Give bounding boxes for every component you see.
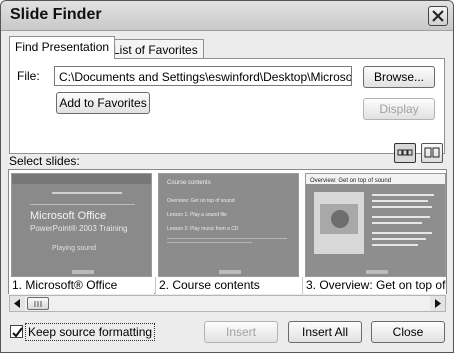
slide-1-body: Playing sound bbox=[52, 245, 96, 252]
slide-caption-1[interactable]: 1. Microsoft® Office bbox=[9, 277, 154, 294]
grip-icon bbox=[34, 301, 42, 307]
slide-2-bullet-3: Lesson 2: Play music from a CD bbox=[167, 226, 239, 232]
browse-button[interactable]: Browse... bbox=[363, 66, 435, 88]
tab-label: List of Favorites bbox=[113, 43, 198, 57]
scroll-left-button[interactable] bbox=[10, 296, 25, 311]
slide-caption-3[interactable]: 3. Overview: Get on top of bbox=[302, 277, 446, 294]
close-icon bbox=[432, 10, 444, 22]
slide-3-title: Overview: Get on top of sound bbox=[310, 178, 391, 184]
thumbnail-view-icon bbox=[397, 149, 413, 156]
keep-source-formatting-label[interactable]: Keep source formatting bbox=[25, 323, 156, 341]
slide-2-preview: Course contents Overview: Get on top of … bbox=[159, 174, 298, 276]
slide-1-subtitle: PowerPoint® 2003 Training bbox=[30, 224, 128, 233]
browse-button-label: Browse... bbox=[373, 70, 424, 84]
slide-thumbnail-2[interactable]: Course contents Overview: Get on top of … bbox=[158, 173, 299, 277]
tab-label: Find Presentation bbox=[15, 40, 110, 54]
slide-finder-dialog: Slide Finder Find Presentation List of F… bbox=[0, 0, 454, 353]
scroll-right-button[interactable] bbox=[430, 296, 445, 311]
scrollbar-thumb[interactable] bbox=[27, 297, 49, 310]
list-view-icon bbox=[424, 147, 440, 158]
add-to-favorites-label: Add to Favorites bbox=[59, 96, 147, 110]
keep-source-formatting-checkbox[interactable] bbox=[10, 325, 23, 338]
close-window-button[interactable] bbox=[428, 6, 448, 26]
insert-button[interactable]: Insert bbox=[204, 321, 278, 343]
arrow-right-icon bbox=[435, 299, 441, 308]
insert-all-button-label: Insert All bbox=[301, 325, 349, 339]
slide-1-title: Microsoft Office bbox=[30, 210, 106, 222]
select-slides-label: Select slides: bbox=[9, 154, 80, 168]
file-label: File: bbox=[17, 69, 40, 83]
add-to-favorites-button[interactable]: Add to Favorites bbox=[56, 92, 150, 114]
slide-2-title: Course contents bbox=[167, 180, 211, 186]
tab-list-of-favorites[interactable]: List of Favorites bbox=[107, 39, 204, 59]
title-bar[interactable]: Slide Finder bbox=[1, 1, 453, 31]
slides-list[interactable]: Microsoft Office PowerPoint® 2003 Traini… bbox=[8, 169, 447, 294]
file-path-input[interactable]: C:\Documents and Settings\eswinford\Desk… bbox=[54, 66, 352, 86]
close-button-label: Close bbox=[392, 325, 424, 339]
close-button[interactable]: Close bbox=[371, 321, 445, 343]
slide-2-bullet-2: Lesson 1: Play a sound file bbox=[167, 212, 227, 218]
slide-1-preview: Microsoft Office PowerPoint® 2003 Traini… bbox=[12, 174, 151, 276]
slides-horizontal-scrollbar[interactable] bbox=[9, 295, 446, 312]
display-button-label: Display bbox=[379, 102, 419, 116]
insert-all-button[interactable]: Insert All bbox=[288, 321, 362, 343]
list-view-button[interactable] bbox=[421, 143, 443, 163]
dialog-title: Slide Finder bbox=[10, 6, 102, 23]
slide-3-preview: Overview: Get on top of sound bbox=[306, 174, 445, 276]
slide-thumbnail-3[interactable]: Overview: Get on top of sound bbox=[305, 173, 446, 277]
checkmark-icon bbox=[12, 327, 23, 338]
arrow-left-icon bbox=[14, 299, 20, 308]
slide-2-bullet-1: Overview: Get on top of sound bbox=[167, 198, 235, 204]
insert-button-label: Insert bbox=[225, 325, 256, 339]
slide-caption-2[interactable]: 2. Course contents bbox=[155, 277, 302, 294]
slide-thumbnail-1[interactable]: Microsoft Office PowerPoint® 2003 Traini… bbox=[11, 173, 152, 277]
thumbnail-view-button[interactable] bbox=[394, 143, 416, 163]
display-button[interactable]: Display bbox=[363, 98, 435, 120]
tab-find-presentation[interactable]: Find Presentation bbox=[9, 36, 116, 59]
